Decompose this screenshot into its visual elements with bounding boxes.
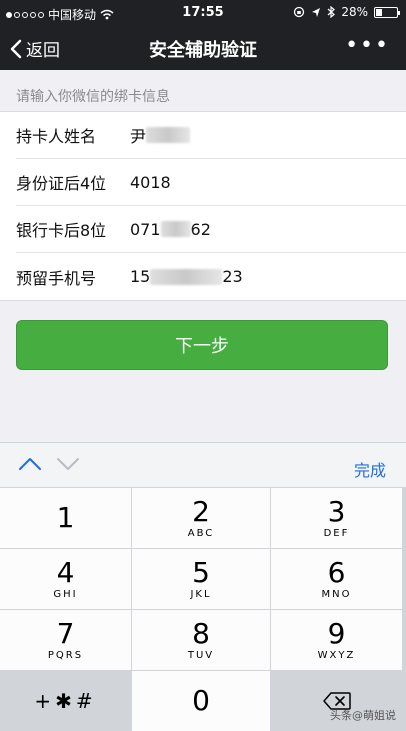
value-visible: 071 [130,219,161,239]
key-0[interactable]: 0 [132,671,270,731]
row-label: 预留手机号 [16,268,97,288]
value-visible: 尹 [130,127,147,146]
nav-bar: 返回 安全辅助验证 ••• [0,26,406,70]
form-hint: 请输入你微信的绑卡信息 [16,89,170,105]
key-4[interactable]: 4 GHI [0,549,131,609]
redacted-mask [150,268,223,285]
key-2[interactable]: 2 ABC [132,488,270,548]
id-last4-field[interactable]: 4018 [130,173,171,192]
value-visible-end: 62 [190,219,211,239]
key-3[interactable]: 3 DEF [271,488,402,548]
rotation-lock-icon [294,6,305,18]
row-label: 身份证后4位 [16,174,107,193]
card-last8-row[interactable]: 银行卡后8位 071 62 [16,206,406,253]
key-6[interactable]: 6 MNO [271,549,402,609]
battery-percent: 28% [341,5,368,19]
phone-row[interactable]: 预留手机号 15 23 [16,253,406,300]
watermark-text: 头条@萌姐说 [330,709,396,722]
key-8[interactable]: 8 TUV [132,610,270,670]
next-step-button[interactable]: 下一步 [16,320,388,370]
key-digit: 6 [327,556,346,589]
key-letters: JKL [190,589,212,600]
key-5[interactable]: 5 JKL [132,549,270,609]
key-digit: 2 [192,495,210,528]
symbols-label: +✱# [34,689,97,713]
phone-field[interactable]: 15 23 [130,267,243,286]
row-label: 持卡人姓名 [16,127,97,146]
battery-icon [374,6,400,18]
key-7[interactable]: 7 PQRS [0,610,131,670]
key-letters: DEF [323,528,350,539]
key-letters: TUV [187,650,215,661]
key-1[interactable]: 1 [0,488,131,548]
chevron-down-icon[interactable] [56,457,80,471]
keyboard-toolbar: 完成 [0,442,406,487]
key-letters: ABC [187,528,215,539]
key-digit: 7 [56,617,75,650]
key-digit: 3 [327,495,346,528]
status-bar: 中国移动 17:55 28% [0,0,406,26]
value-visible: 15 [130,267,151,286]
key-letters: MNO [321,589,352,600]
value-visible: 4018 [130,172,171,192]
cardholder-name-row[interactable]: 持卡人姓名 尹 [16,112,406,159]
redacted-mask [146,127,191,143]
card-last8-field[interactable]: 071 62 [130,220,211,239]
numeric-keypad: 1 2 ABC 3 DEF 4 GHI 5 JKL 6 MNO 7 PQRS 8… [0,487,406,731]
location-icon [312,7,321,17]
key-digit: 4 [56,556,75,589]
key-digit: 0 [192,684,210,717]
cardholder-name-field[interactable]: 尹 [130,123,191,147]
key-digit: 1 [56,501,75,534]
id-last4-row[interactable]: 身份证后4位 4018 [16,159,406,206]
done-button[interactable]: 完成 [354,457,386,481]
key-digit: 9 [327,617,346,650]
symbols-key[interactable]: +✱# [0,671,131,731]
key-9[interactable]: 9 WXYZ [271,610,402,670]
battery-level [376,8,382,16]
key-digit: 5 [192,556,210,589]
key-letters: WXYZ [317,650,356,661]
redacted-mask [160,221,191,237]
bluetooth-icon [327,6,336,18]
key-letters: GHI [53,589,78,600]
row-label: 银行卡后8位 [16,221,107,240]
key-letters: PQRS [47,650,84,661]
more-button[interactable]: ••• [345,35,390,57]
card-info-form: 持卡人姓名 尹 身份证后4位 4018 银行卡后8位 071 62 预留手机号 … [0,111,406,301]
value-visible-end: 23 [222,267,243,286]
key-digit: 8 [192,617,210,650]
status-icons: 28% [293,5,400,19]
chevron-up-icon[interactable] [18,457,42,471]
